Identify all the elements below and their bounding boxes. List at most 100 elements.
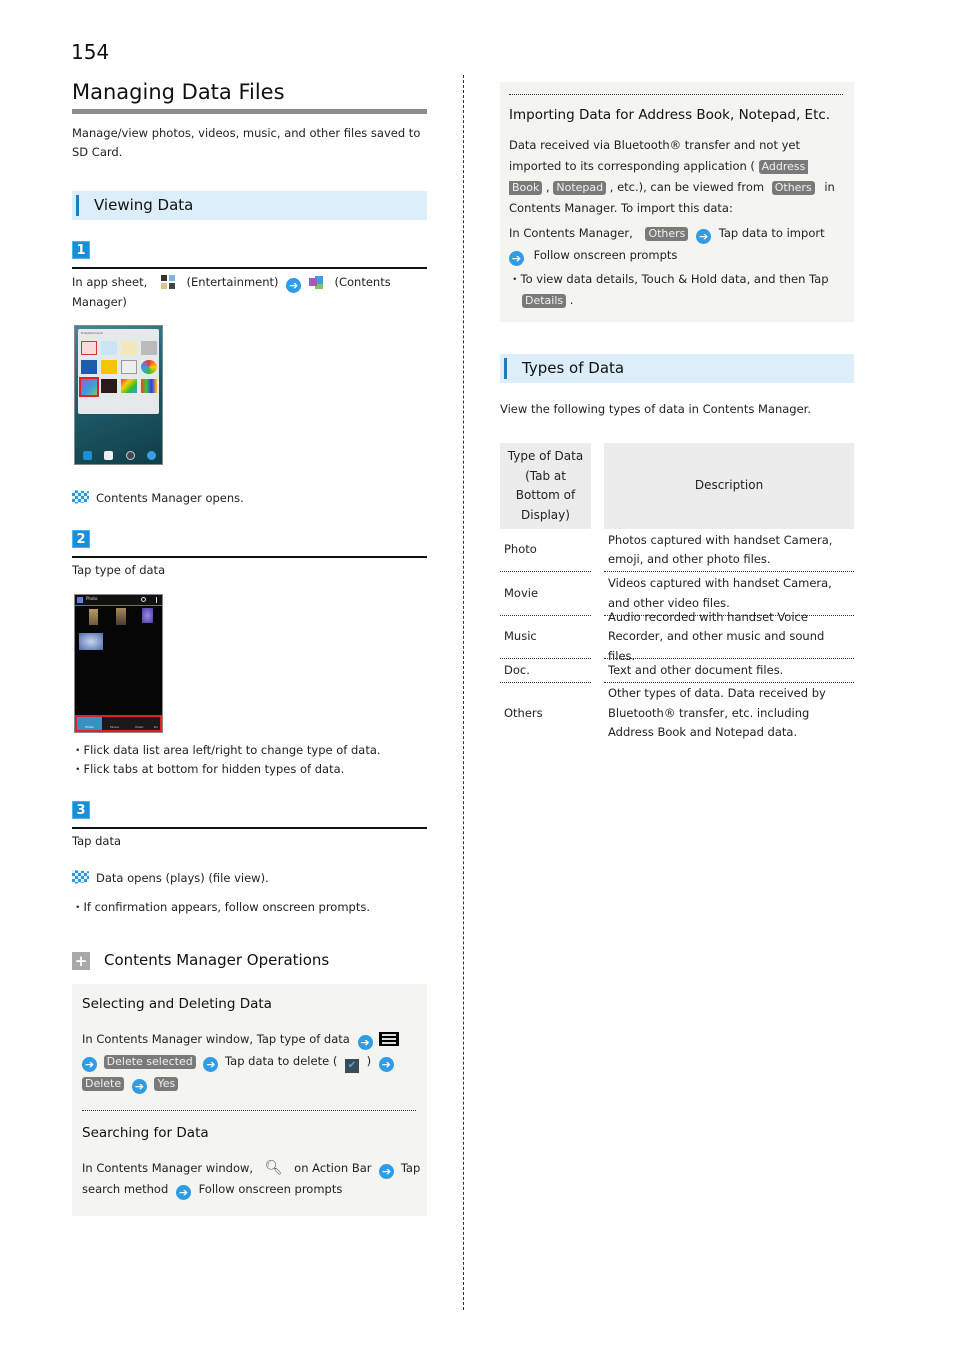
checkbox-checked-icon: ✔	[344, 1058, 359, 1073]
step-text: In Contents Manager window, Tap type of …	[82, 1032, 350, 1046]
tab-music[interactable]: Music	[127, 717, 152, 730]
app-icon	[141, 360, 157, 374]
bottom-tabs: Photo Movie Music Do	[75, 715, 162, 732]
cell-description: Photos captured with handset Camera, emo…	[604, 529, 854, 572]
arrow-right-icon: ➔	[286, 278, 302, 293]
thumbnail	[142, 608, 153, 623]
search-title: Searching for Data	[82, 1125, 209, 1141]
importing-title: Importing Data for Address Book, Notepad…	[509, 107, 831, 123]
intro-line: Manage/view photos, videos, music, and o…	[72, 126, 421, 140]
app-icon	[121, 341, 137, 355]
title-rule	[72, 109, 427, 114]
section-types-of-data: Types of Data	[500, 354, 854, 383]
app-icon	[101, 341, 117, 355]
operations-heading: Contents Manager Operations	[104, 951, 330, 969]
cell-type: Others	[504, 705, 543, 720]
punct: ,	[546, 180, 550, 194]
tab-photo[interactable]: Photo	[77, 717, 102, 730]
app-icon	[121, 360, 137, 374]
contents-manager-app-icon	[79, 377, 99, 397]
page-intro: Manage/view photos, videos, music, and o…	[72, 124, 432, 162]
app-icon	[81, 360, 97, 374]
select-delete-title: Selecting and Deleting Data	[82, 996, 272, 1012]
notepad-key[interactable]: Notepad	[553, 181, 607, 195]
table-row: Photo Photos captured with handset Camera…	[500, 529, 854, 572]
step-text: In app sheet,	[72, 275, 148, 289]
table-row: Music Audio recorded with handset Voice R…	[500, 610, 854, 663]
step3-result: Data opens (plays) (file view).	[72, 869, 269, 888]
details-key[interactable]: Details	[522, 294, 567, 308]
cell-description: Audio recorded with handset Voice Record…	[604, 610, 854, 663]
importing-box: Importing Data for Address Book, Notepad…	[500, 82, 854, 322]
operations-box: Selecting and Deleting Data In Contents …	[72, 984, 427, 1216]
table-header: Type of Data (Tab at Bottom of Display) …	[500, 443, 854, 529]
tab-movie[interactable]: Movie	[102, 717, 127, 730]
delete-key[interactable]: Delete	[82, 1076, 125, 1091]
yes-key[interactable]: Yes	[154, 1076, 179, 1091]
app-icon	[141, 379, 157, 393]
cell-type: Photo	[500, 529, 591, 572]
arrow-right-icon: ➔	[82, 1056, 97, 1072]
step-text: Tap type of data	[72, 563, 166, 577]
action-bar: Photo	[75, 595, 162, 606]
types-intro: View the following types of data in Cont…	[500, 402, 811, 416]
entertainment-screenshot: Entertainment	[74, 325, 163, 465]
step-text: Follow onscreen prompts	[198, 1182, 343, 1196]
checkered-flag-icon	[72, 490, 89, 504]
note: ・Flick data list area left/right to chan…	[72, 743, 381, 757]
section-heading: Viewing Data	[94, 196, 194, 214]
tab-doc[interactable]: Do	[152, 717, 160, 730]
cell-description: Text and other document files.	[604, 659, 854, 683]
importing-line: , etc.), can be viewed from	[609, 180, 765, 194]
arrow-right-icon: ➔	[357, 1035, 373, 1050]
step-text: Tap data	[72, 834, 122, 848]
importing-line: in	[824, 180, 835, 194]
step-text: )	[366, 1053, 372, 1068]
arrow-right-icon: ➔	[131, 1078, 147, 1094]
step-number: 3	[72, 801, 90, 819]
table-row: Others Other types of data. Data received…	[500, 683, 854, 744]
search-icon	[141, 597, 146, 602]
importing-line: Contents Manager. To import this data:	[509, 201, 733, 215]
cell-type: Music	[500, 616, 591, 659]
step-number: 2	[72, 530, 90, 548]
search-icon: 🔍︎	[264, 1160, 283, 1176]
step-text: Tap data to delete (	[225, 1053, 338, 1068]
arrow-right-icon: ➔	[378, 1056, 394, 1072]
address-book-key[interactable]: Address	[758, 160, 809, 174]
note-text: If confirmation appears, follow onscreen…	[83, 900, 371, 914]
step-rule	[72, 827, 427, 829]
mail-icon	[104, 451, 114, 460]
step1-instructions: In app sheet, (Entertainment) ➔ (Content…	[72, 273, 432, 312]
search-steps: In Contents Manager window, 🔍︎ on Action…	[82, 1158, 422, 1200]
note-text: Flick data list area left/right to chang…	[83, 743, 381, 757]
others-key[interactable]: Others	[645, 227, 689, 241]
delete-selected-key[interactable]: Delete selected	[103, 1054, 196, 1069]
overflow-menu-icon	[156, 597, 157, 603]
checkered-flag-icon	[72, 870, 89, 884]
punct: .	[569, 293, 574, 307]
types-table: Type of Data (Tab at Bottom of Display) …	[500, 443, 854, 744]
app-icon	[101, 379, 117, 393]
cell-description: Other types of data. Data received by Bl…	[608, 686, 826, 740]
arrow-right-icon: ➔	[696, 229, 712, 244]
table-body: Photo Photos captured with handset Camera…	[500, 529, 854, 744]
step-rule	[72, 267, 427, 269]
arrow-right-icon: ➔	[509, 251, 524, 266]
column-divider	[463, 75, 464, 1310]
importing-steps: In Contents Manager, Others ➔ Tap data t…	[509, 222, 849, 266]
app-icon	[121, 379, 137, 393]
address-book-key[interactable]: Book	[509, 181, 543, 195]
step-text: on Action Bar	[294, 1161, 372, 1175]
contents-manager-icon	[308, 276, 323, 289]
importing-line: Data received via Bluetooth® transfer an…	[509, 138, 801, 152]
phone-icon	[83, 451, 92, 460]
column-header-type: Type of Data (Tab at Bottom of Display)	[500, 443, 591, 529]
note-text: Flick tabs at bottom for hidden types of…	[83, 762, 345, 776]
others-key[interactable]: Others	[771, 181, 815, 195]
cell-type: Doc.	[500, 659, 591, 683]
result-text: Data opens (plays) (file view).	[96, 871, 269, 885]
arrow-right-icon: ➔	[175, 1185, 191, 1200]
cell-type: Movie	[500, 572, 591, 616]
folder-title: Entertainment	[81, 331, 103, 335]
